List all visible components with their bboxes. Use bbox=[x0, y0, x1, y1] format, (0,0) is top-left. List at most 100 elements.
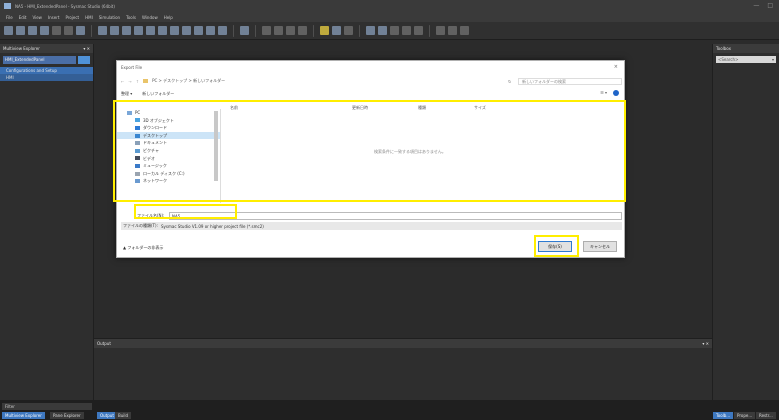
tree-item-hmi[interactable]: HMI bbox=[0, 74, 93, 81]
undo-icon[interactable] bbox=[52, 26, 61, 35]
zoom-icon[interactable] bbox=[262, 26, 271, 35]
hide-folders-toggle[interactable]: ▲ フォルダーの非表示 bbox=[123, 245, 163, 251]
close-icon[interactable]: × bbox=[614, 64, 618, 70]
text-icon[interactable] bbox=[158, 26, 167, 35]
print-icon[interactable] bbox=[40, 26, 49, 35]
cut-icon[interactable] bbox=[98, 26, 107, 35]
group-icon[interactable] bbox=[146, 26, 155, 35]
new-icon[interactable] bbox=[4, 26, 13, 35]
offline-icon[interactable] bbox=[448, 26, 457, 35]
nav-scrollbar[interactable] bbox=[214, 111, 218, 181]
file-type-row[interactable]: ファイルの種類(T): Sysmac Studio V1.09 or highe… bbox=[121, 222, 622, 230]
menu-help[interactable]: Help bbox=[164, 15, 173, 20]
breadcrumb[interactable]: PC > デスクトップ > 新しいフォルダー bbox=[152, 78, 225, 84]
nav-item-videos[interactable]: ビデオ bbox=[117, 155, 220, 163]
tab-output[interactable]: Output bbox=[97, 412, 117, 419]
tab-properties[interactable]: Prope... bbox=[734, 412, 756, 419]
dialog-title: Export File bbox=[121, 65, 143, 70]
maximize-button[interactable]: □ bbox=[767, 2, 773, 9]
empty-list-message: 検索条件に一致する項目はありません。 bbox=[374, 149, 446, 154]
tab-build[interactable]: Build bbox=[115, 412, 132, 419]
tree-item-configurations[interactable]: Configurations and Setup bbox=[0, 67, 93, 74]
organize-button[interactable]: 整理 ▾ bbox=[121, 91, 132, 97]
dropdown-icon[interactable]: ▾ bbox=[772, 56, 774, 63]
refresh-icon[interactable]: ↻ bbox=[508, 79, 511, 84]
column-type[interactable]: 種類 bbox=[418, 105, 426, 111]
menu-hmi[interactable]: HMI bbox=[85, 15, 93, 20]
nav-item-pictures[interactable]: ピクチャ bbox=[117, 147, 220, 155]
run-icon[interactable] bbox=[366, 26, 375, 35]
new-folder-button[interactable]: 新しいフォルダー bbox=[142, 91, 174, 97]
warning-icon[interactable] bbox=[320, 26, 329, 35]
pin-icon[interactable]: ▾ ✕ bbox=[83, 46, 90, 51]
minimize-button[interactable]: — bbox=[753, 2, 759, 9]
layout-icon[interactable] bbox=[194, 26, 203, 35]
forward-icon[interactable]: → bbox=[128, 79, 131, 84]
device-dropdown[interactable]: HMI_ExtendedPanel bbox=[3, 56, 76, 64]
menu-simulation[interactable]: Simulation bbox=[99, 15, 120, 20]
nav-item-3d-objects[interactable]: 3D オブジェクト bbox=[117, 117, 220, 125]
redo-icon[interactable] bbox=[64, 26, 73, 35]
zoom-out-icon[interactable] bbox=[298, 26, 307, 35]
pointer-icon[interactable] bbox=[240, 26, 249, 35]
nav-item-network[interactable]: ネットワーク bbox=[117, 177, 220, 185]
menu-view[interactable]: View bbox=[32, 15, 42, 20]
stop-icon[interactable] bbox=[378, 26, 387, 35]
open-icon[interactable] bbox=[16, 26, 25, 35]
pc-icon bbox=[127, 110, 132, 115]
help-icon[interactable] bbox=[613, 90, 619, 96]
device-selector[interactable]: HMI_ExtendedPanel bbox=[3, 56, 90, 64]
nav-item-downloads[interactable]: ダウンロード bbox=[117, 124, 220, 132]
file-name-input[interactable]: NA5 bbox=[169, 212, 622, 220]
menu-project[interactable]: Project bbox=[65, 15, 79, 20]
nav-item-desktop[interactable]: デスクトップ bbox=[117, 131, 220, 140]
step-icon[interactable] bbox=[390, 26, 399, 35]
zoom-in-icon[interactable] bbox=[286, 26, 295, 35]
menu-edit[interactable]: Edit bbox=[19, 15, 27, 20]
filter-input[interactable]: Filter bbox=[2, 403, 92, 410]
device-settings-icon[interactable] bbox=[78, 56, 90, 64]
pin-icon[interactable]: ▾ ✕ bbox=[702, 341, 709, 346]
check-icon[interactable] bbox=[344, 26, 353, 35]
settings-icon[interactable] bbox=[76, 26, 85, 35]
tab-toolbox[interactable]: Toolb... bbox=[713, 412, 734, 419]
menu-window[interactable]: Window bbox=[142, 15, 158, 20]
column-name[interactable]: 名前 bbox=[230, 105, 238, 111]
back-icon[interactable]: ← bbox=[121, 79, 124, 84]
view-options-button[interactable]: ☰ ▾ bbox=[600, 90, 607, 95]
nav-item-music[interactable]: ミュージック bbox=[117, 162, 220, 170]
nav-item-local-disk[interactable]: ローカル ディスク (C:) bbox=[117, 170, 220, 178]
column-modified[interactable]: 更新日時 bbox=[352, 105, 368, 111]
file-type-select[interactable]: Sysmac Studio V1.09 or higher project fi… bbox=[161, 224, 622, 229]
search-icon[interactable] bbox=[274, 26, 283, 35]
save-button[interactable]: 保存(S) bbox=[538, 241, 572, 252]
search-placeholder: <Search> bbox=[718, 57, 739, 62]
cancel-button[interactable]: キャンセル bbox=[583, 241, 617, 252]
copy-icon[interactable] bbox=[110, 26, 119, 35]
online-icon[interactable] bbox=[436, 26, 445, 35]
tab-pane-explorer[interactable]: Pane Explorer bbox=[50, 412, 84, 419]
picture-icon bbox=[135, 148, 140, 153]
tab-restrictions[interactable]: Restr... bbox=[756, 412, 776, 419]
nav-item-documents[interactable]: ドキュメント bbox=[117, 139, 220, 147]
menu-file[interactable]: File bbox=[6, 15, 13, 20]
paste-icon[interactable] bbox=[122, 26, 131, 35]
align-icon[interactable] bbox=[134, 26, 143, 35]
sync-icon[interactable] bbox=[460, 26, 469, 35]
nav-item-pc[interactable]: PC bbox=[117, 109, 220, 117]
menu-insert[interactable]: Insert bbox=[48, 15, 59, 20]
grid-icon[interactable] bbox=[182, 26, 191, 35]
line-icon[interactable] bbox=[206, 26, 215, 35]
transfer-icon[interactable] bbox=[414, 26, 423, 35]
tab-multiview-explorer[interactable]: Multiview Explorer bbox=[2, 412, 45, 419]
menu-tools[interactable]: Tools bbox=[126, 15, 136, 20]
save-icon[interactable] bbox=[28, 26, 37, 35]
up-icon[interactable]: ↑ bbox=[136, 79, 139, 84]
column-size[interactable]: サイズ bbox=[474, 105, 486, 111]
pause-icon[interactable] bbox=[402, 26, 411, 35]
connect-icon[interactable] bbox=[218, 26, 227, 35]
build-icon[interactable] bbox=[332, 26, 341, 35]
toolbox-search[interactable]: <Search> ▾ bbox=[716, 56, 776, 63]
folder-search-input[interactable]: 新しいフォルダーの検索 bbox=[518, 77, 622, 85]
shape-icon[interactable] bbox=[170, 26, 179, 35]
